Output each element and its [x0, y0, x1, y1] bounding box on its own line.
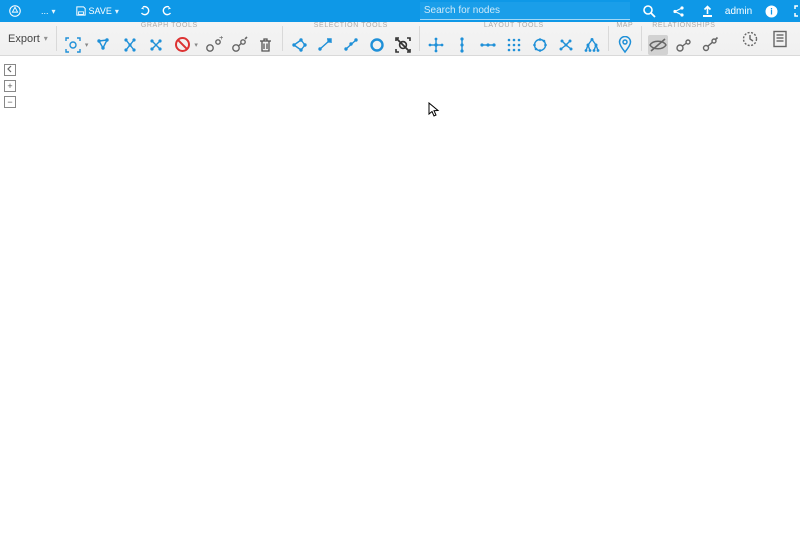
fit-to-screen-dropdown[interactable]: ▾	[85, 41, 89, 49]
select-path-button[interactable]	[315, 35, 335, 55]
group-label-layout-tools: LAYOUT TOOLS	[420, 22, 608, 29]
info-button[interactable]: i	[762, 2, 781, 20]
show-relationships-button[interactable]	[674, 35, 694, 55]
edit-relationship-button[interactable]	[700, 35, 720, 55]
layout-grid-button[interactable]	[504, 35, 524, 55]
lasso-select-icon	[368, 36, 386, 54]
hide-relationships-icon	[648, 37, 668, 53]
search-submit-button[interactable]	[640, 2, 659, 20]
group-selection-tools: SELECTION TOOLS	[283, 22, 419, 55]
toolbar-ribbon: Export ▾ GRAPH TOOLS ▾ ▾ +	[0, 22, 800, 56]
info-icon: i	[765, 5, 778, 18]
timeline-button[interactable]	[740, 29, 760, 49]
export-label: Export	[8, 33, 40, 45]
timeline-icon	[741, 30, 759, 48]
undo-icon	[139, 5, 151, 17]
fit-to-screen-icon	[64, 36, 82, 54]
upload-icon	[701, 5, 714, 18]
layout-circular-button[interactable]	[530, 35, 550, 55]
fit-to-screen-button[interactable]	[63, 35, 83, 55]
expand-node-button[interactable]	[120, 35, 140, 55]
redo-icon	[161, 5, 173, 17]
layout-vertical-icon	[453, 36, 471, 54]
save-button[interactable]: SAVE ▾	[73, 2, 122, 20]
group-label-relationships: RELATIONSHIPS	[642, 22, 726, 29]
add-node-icon	[95, 36, 113, 54]
link-nodes-icon: +	[205, 36, 223, 54]
save-label: SAVE	[89, 6, 112, 16]
group-nodes-button[interactable]	[146, 35, 166, 55]
file-menu-button[interactable]: ...▾	[38, 2, 59, 20]
svg-text:i: i	[770, 6, 773, 16]
fullscreen-button[interactable]	[791, 2, 800, 20]
delete-button[interactable]	[256, 35, 276, 55]
layout-horizontal-button[interactable]	[478, 35, 498, 55]
share-button[interactable]	[669, 2, 688, 20]
layout-vertical-button[interactable]	[452, 35, 472, 55]
top-bar: ...▾ SAVE ▾ admin i	[0, 0, 800, 22]
edit-node-button[interactable]	[230, 35, 250, 55]
search-icon	[643, 5, 656, 18]
layout-force-icon	[557, 36, 575, 54]
graph-canvas[interactable]	[0, 56, 800, 549]
show-relationships-icon	[675, 36, 693, 54]
layout-grid-icon	[505, 36, 523, 54]
hide-relationships-button[interactable]	[648, 35, 668, 55]
group-map: MAP	[609, 22, 641, 55]
undo-button[interactable]	[136, 2, 154, 20]
properties-panel-icon	[772, 30, 788, 48]
layout-circular-icon	[531, 36, 549, 54]
layout-radial-button[interactable]	[426, 35, 446, 55]
edit-node-icon	[231, 36, 249, 54]
lasso-select-button[interactable]	[367, 35, 387, 55]
layout-radial-icon	[427, 36, 445, 54]
export-button[interactable]: Export ▾	[0, 22, 56, 55]
upload-button[interactable]	[698, 2, 717, 20]
select-neighbors-button[interactable]	[341, 35, 361, 55]
layout-horizontal-icon	[479, 36, 497, 54]
edit-relationship-icon	[701, 36, 719, 54]
share-icon	[672, 5, 685, 18]
select-path-icon	[316, 36, 334, 54]
search-input[interactable]	[420, 2, 630, 20]
app-logo[interactable]	[6, 2, 24, 20]
expand-node-icon	[121, 36, 139, 54]
link-nodes-button[interactable]: +	[204, 35, 224, 55]
deselect-all-icon	[394, 36, 412, 54]
select-neighbors-icon	[342, 36, 360, 54]
group-label-map: MAP	[609, 22, 641, 29]
clear-graph-button[interactable]	[172, 35, 192, 55]
layout-force-button[interactable]	[556, 35, 576, 55]
group-relationships: RELATIONSHIPS	[642, 22, 726, 55]
clear-graph-dropdown[interactable]: ▾	[194, 41, 198, 49]
prohibited-icon	[174, 36, 191, 53]
svg-text:+: +	[219, 36, 223, 42]
select-connected-button[interactable]	[289, 35, 309, 55]
layout-hierarchical-icon	[583, 36, 601, 54]
deselect-all-button[interactable]	[393, 35, 413, 55]
trash-icon	[258, 37, 273, 53]
properties-panel-button[interactable]	[770, 29, 790, 49]
group-graph-tools: GRAPH TOOLS ▾ ▾ +	[57, 22, 282, 55]
fullscreen-icon	[794, 5, 800, 17]
group-nodes-icon	[147, 36, 165, 54]
redo-button[interactable]	[158, 2, 176, 20]
group-label-selection-tools: SELECTION TOOLS	[283, 22, 419, 29]
group-layout-tools: LAYOUT TOOLS	[420, 22, 608, 55]
layout-hierarchical-button[interactable]	[582, 35, 602, 55]
save-icon	[76, 6, 86, 16]
map-pin-icon	[617, 36, 633, 54]
add-node-button[interactable]	[94, 35, 114, 55]
map-pin-button[interactable]	[615, 35, 635, 55]
select-connected-icon	[290, 36, 308, 54]
user-label[interactable]: admin	[725, 6, 752, 17]
group-label-graph-tools: GRAPH TOOLS	[57, 22, 282, 29]
